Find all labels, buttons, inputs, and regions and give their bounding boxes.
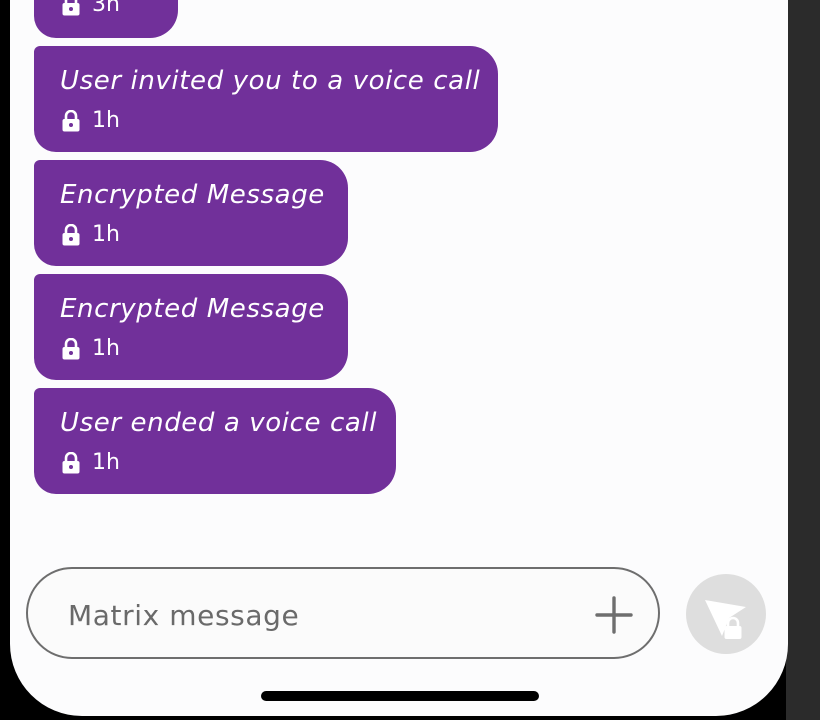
message-composer bbox=[26, 567, 660, 659]
message-time: 1h bbox=[92, 336, 120, 361]
message-meta: 1h bbox=[62, 336, 120, 361]
send-encrypted-icon bbox=[705, 600, 746, 639]
phone-device: 3h User invited you to a voice call 1h E… bbox=[0, 0, 820, 720]
lock-icon bbox=[62, 337, 80, 359]
device-frame-edge bbox=[786, 0, 820, 720]
lock-icon bbox=[62, 451, 80, 473]
lock-icon bbox=[62, 109, 80, 131]
message-bubble[interactable]: User invited you to a voice call 1h bbox=[34, 46, 498, 152]
message-meta: 3h bbox=[62, 0, 120, 17]
message-bubble[interactable]: User ended a voice call 1h bbox=[34, 388, 396, 494]
message-bubble[interactable]: Encrypted Message 1h bbox=[34, 160, 348, 266]
plus-icon[interactable] bbox=[594, 595, 634, 635]
message-text: Encrypted Message bbox=[60, 294, 325, 324]
message-bubble[interactable]: 3h bbox=[34, 0, 178, 38]
home-indicator bbox=[261, 691, 539, 701]
send-button[interactable] bbox=[686, 574, 766, 654]
chat-screen: 3h User invited you to a voice call 1h E… bbox=[10, 0, 788, 716]
message-meta: 1h bbox=[62, 108, 120, 133]
message-time: 1h bbox=[92, 450, 120, 475]
lock-icon bbox=[62, 0, 80, 15]
lock-icon bbox=[62, 223, 80, 245]
message-meta: 1h bbox=[62, 222, 120, 247]
message-input[interactable] bbox=[68, 595, 568, 635]
message-time: 1h bbox=[92, 108, 120, 133]
message-text: Encrypted Message bbox=[60, 180, 325, 210]
message-time: 3h bbox=[92, 0, 120, 17]
message-bubble[interactable]: Encrypted Message 1h bbox=[34, 274, 348, 380]
message-text: User invited you to a voice call bbox=[60, 66, 481, 96]
message-text: User ended a voice call bbox=[60, 408, 378, 438]
message-time: 1h bbox=[92, 222, 120, 247]
message-meta: 1h bbox=[62, 450, 120, 475]
